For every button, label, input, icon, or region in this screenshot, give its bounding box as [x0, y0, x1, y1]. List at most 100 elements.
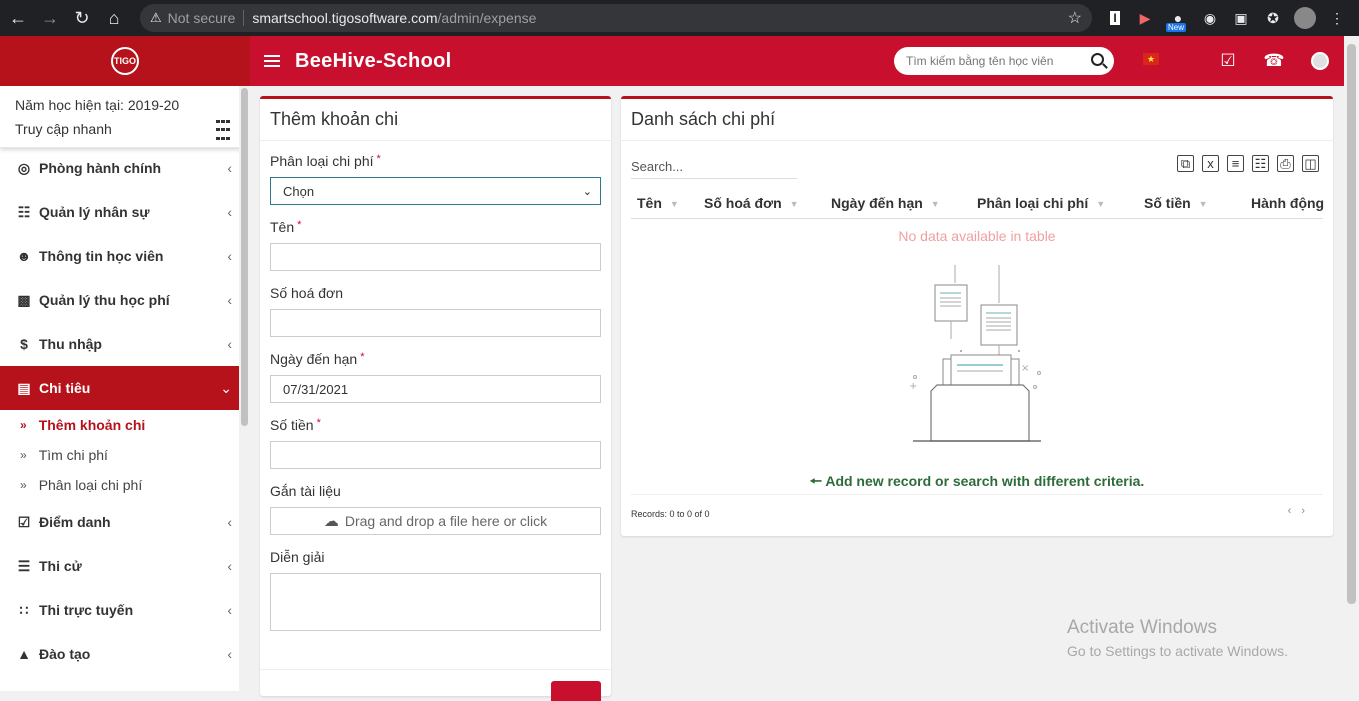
- due-date-group: Ngày đến hạn * 07/31/2021: [270, 351, 601, 403]
- category-label-text: Phân loại chi phí: [270, 153, 374, 169]
- columns-icon[interactable]: ◫: [1302, 155, 1319, 172]
- extension-new-icon[interactable]: New ●: [1166, 7, 1190, 32]
- name-label: Tên *: [270, 219, 601, 237]
- add-record-hint[interactable]: 🠔 Add new record or search with differen…: [621, 471, 1333, 495]
- browser-menu-icon[interactable]: ⋮: [1326, 7, 1348, 29]
- column-header-due-date[interactable]: Ngày đến hạn ▼: [831, 195, 940, 211]
- user-avatar[interactable]: [1311, 52, 1329, 70]
- save-button[interactable]: [551, 681, 601, 701]
- print-icon[interactable]: ⎙: [1277, 155, 1294, 172]
- amount-input[interactable]: [270, 441, 601, 469]
- extension-i-icon[interactable]: I: [1104, 7, 1126, 29]
- file-dropzone[interactable]: ☁ Drag and drop a file here or click: [270, 507, 601, 535]
- sidebar-scroll-thumb[interactable]: [241, 88, 248, 426]
- double-chevron-icon: »: [20, 448, 27, 462]
- due-date-input[interactable]: 07/31/2021: [270, 375, 601, 403]
- calendar-check-icon: ☑: [17, 513, 31, 530]
- table-search-input[interactable]: Search...: [631, 155, 797, 179]
- column-header-actions: Hành động: [1251, 195, 1324, 211]
- category-select[interactable]: Chọn ⌄: [270, 177, 601, 205]
- page-scroll-thumb[interactable]: [1347, 44, 1356, 604]
- reload-icon[interactable]: ↻: [68, 4, 96, 32]
- form-footer-divider: [260, 669, 611, 670]
- back-icon[interactable]: ←: [4, 4, 32, 32]
- category-label: Phân loại chi phí *: [270, 153, 601, 171]
- vietnam-flag-icon[interactable]: ★: [1143, 53, 1159, 65]
- column-header-name[interactable]: Tên ▼: [637, 195, 679, 211]
- sidebar-item-income[interactable]: $ Thu nhập ‹: [0, 322, 250, 366]
- column-header-category[interactable]: Phân loại chi phí ▼: [977, 195, 1105, 211]
- grid-icon[interactable]: [216, 120, 230, 144]
- chevron-left-icon: ‹: [227, 292, 232, 308]
- sidebar-item-admin-office[interactable]: ◎ Phòng hành chính ‹: [0, 146, 250, 190]
- extension-square-icon[interactable]: ▣: [1230, 7, 1252, 29]
- sidebar-item-attendance[interactable]: ☑ Điểm danh ‹: [0, 500, 250, 544]
- column-label: Tên: [637, 195, 662, 211]
- page-scrollbar[interactable]: [1344, 36, 1359, 691]
- due-date-value: 07/31/2021: [283, 381, 349, 397]
- sidebar-item-label: Quản lý nhân sự: [39, 204, 150, 220]
- description-textarea[interactable]: [270, 573, 601, 631]
- app-topbar: BeeHive-School ★ ☑ ☎: [250, 36, 1359, 86]
- extension-camera-icon[interactable]: ◉: [1199, 7, 1221, 29]
- pdf-icon[interactable]: ☷: [1252, 155, 1269, 172]
- empty-state-illustration: + ×: [909, 265, 1041, 442]
- required-mark: *: [360, 351, 365, 363]
- sidebar-item-label: Thi cử: [39, 558, 82, 574]
- chevron-down-icon: ⌄: [220, 379, 232, 396]
- sidebar-item-label: Chi tiêu: [39, 380, 91, 396]
- sidebar-scrollbar[interactable]: [239, 86, 250, 691]
- tigo-logo: TIGO: [111, 47, 139, 75]
- money-icon: ▩: [17, 291, 31, 308]
- name-input[interactable]: [270, 243, 601, 271]
- add-record-text: Add new record or search with different …: [825, 473, 1145, 489]
- bookmark-star-icon[interactable]: ☆: [1068, 8, 1082, 28]
- chevron-left-icon: ‹: [227, 336, 232, 352]
- column-header-invoice[interactable]: Số hoá đơn ▼: [704, 195, 799, 211]
- sort-icon: ▼: [930, 199, 940, 210]
- sidebar-item-hr[interactable]: ☷ Quản lý nhân sự ‹: [0, 190, 250, 234]
- csv-icon[interactable]: ≡: [1227, 155, 1244, 172]
- profile-avatar-icon[interactable]: [1294, 7, 1316, 29]
- list-divider: [631, 494, 1323, 495]
- due-date-label: Ngày đến hạn *: [270, 351, 601, 369]
- sidebar-item-exams[interactable]: ☰ Thi cử ‹: [0, 544, 250, 588]
- url-host: smartschool.tigosoftware.com: [252, 10, 438, 26]
- hamburger-menu-icon[interactable]: [264, 55, 280, 67]
- sidebar-item-training[interactable]: ▲ Đào tạo ‹: [0, 632, 250, 676]
- extensions-puzzle-icon[interactable]: ✪: [1262, 7, 1284, 29]
- next-page-icon[interactable]: ›: [1301, 505, 1315, 517]
- sub-item-search-expense[interactable]: » Tìm chi phí: [0, 440, 250, 470]
- sub-item-expense-category[interactable]: » Phân loại chi phí: [0, 470, 250, 500]
- prev-page-icon[interactable]: ‹: [1288, 505, 1302, 517]
- chevron-left-icon: ‹: [227, 602, 232, 618]
- sidebar-item-tuition[interactable]: ▩ Quản lý thu học phí ‹: [0, 278, 250, 322]
- app-logo-area[interactable]: TIGO: [0, 36, 250, 86]
- sidebar-item-online-exams[interactable]: ∷ Thi trực tuyến ‹: [0, 588, 250, 632]
- double-chevron-icon: »: [20, 418, 27, 432]
- extension-video-icon[interactable]: ▶: [1134, 7, 1156, 29]
- column-header-amount[interactable]: Số tiền ▼: [1144, 195, 1208, 211]
- category-group: Phân loại chi phí * Chọn ⌄: [270, 153, 601, 205]
- sidebar-item-expense[interactable]: ▤ Chi tiêu ⌄: [0, 366, 250, 410]
- home-icon[interactable]: ⌂: [100, 4, 128, 32]
- invoice-input[interactable]: [270, 309, 601, 337]
- description-group: Diễn giải: [270, 549, 601, 631]
- sub-item-add-expense[interactable]: » Thêm khoản chi: [0, 410, 250, 440]
- student-search-input[interactable]: [906, 54, 1076, 68]
- sort-icon: ▼: [669, 199, 679, 210]
- copy-icon[interactable]: ⧉: [1177, 155, 1194, 172]
- sidebar-item-students[interactable]: ☻ Thông tin học viên ‹: [0, 234, 250, 278]
- sidebar-item-label: Thông tin học viên: [39, 248, 164, 264]
- sort-icon: ▼: [789, 199, 799, 210]
- whatsapp-icon[interactable]: ☎: [1263, 51, 1284, 71]
- address-bar[interactable]: ⚠ Not secure smartschool.tigosoftware.co…: [140, 4, 1092, 32]
- task-check-icon[interactable]: ☑: [1218, 51, 1238, 71]
- forward-icon[interactable]: →: [36, 4, 64, 32]
- expense-list-panel: Danh sách chi phí Search... ⧉ x ≡ ☷ ⎙ ◫ …: [621, 96, 1333, 536]
- add-expense-panel: Thêm khoản chi Phân loại chi phí * Chọn ⌄…: [260, 96, 611, 701]
- search-icon[interactable]: [1091, 53, 1104, 66]
- excel-icon[interactable]: x: [1202, 155, 1219, 172]
- quick-access[interactable]: Truy cập nhanh: [15, 118, 235, 142]
- description-label: Diễn giải: [270, 549, 325, 565]
